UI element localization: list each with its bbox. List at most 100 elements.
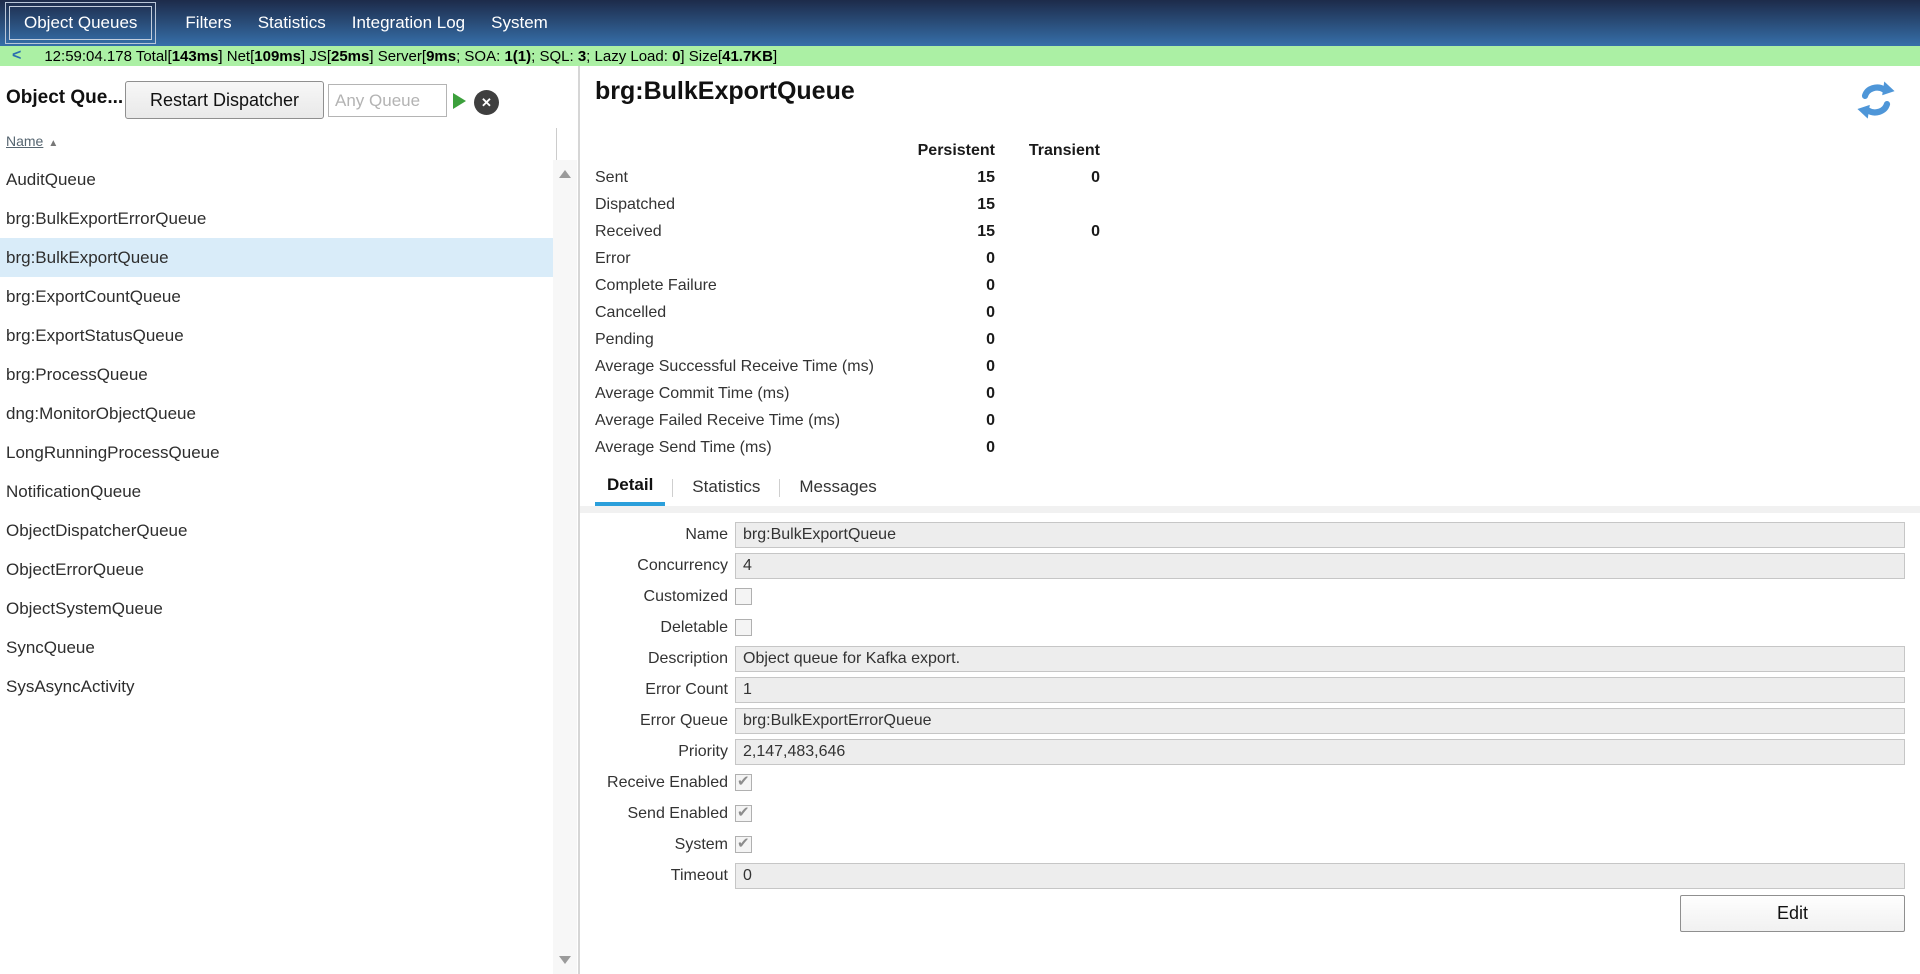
input-priority[interactable] (735, 739, 1905, 765)
stats-row-sent: Sent150 (595, 164, 1100, 191)
stats-header-row: PersistentTransient (595, 137, 1100, 164)
field-label-error-queue: Error Queue (580, 708, 728, 734)
refresh-icon[interactable] (1854, 78, 1898, 122)
status-segment: 3 (578, 48, 586, 65)
queue-row-brg-exportcountqueue[interactable]: brg:ExportCountQueue (0, 277, 553, 316)
form-row-name: Name (580, 522, 1905, 548)
stats-persistent-value: 0 (905, 358, 995, 376)
queue-detail-panel: brg:BulkExportQueue PersistentTransientS… (580, 66, 1920, 974)
scroll-up-icon[interactable] (559, 170, 571, 178)
form-row-system: System ✔ (580, 832, 1905, 858)
detail-tabbar: Detail Statistics Messages (580, 470, 1920, 506)
queue-row-brg-processqueue[interactable]: brg:ProcessQueue (0, 355, 553, 394)
checkbox-deletable[interactable] (735, 619, 752, 636)
field-label-concurrency: Concurrency (580, 553, 728, 579)
restart-dispatcher-button[interactable]: Restart Dispatcher (125, 81, 324, 119)
input-concurrency[interactable] (735, 553, 1905, 579)
run-search-play-icon[interactable] (453, 93, 466, 109)
status-segment: 9ms (426, 48, 456, 65)
queue-list-scrollbar[interactable] (553, 160, 577, 974)
queue-row-brg-exportstatusqueue[interactable]: brg:ExportStatusQueue (0, 316, 553, 355)
name-sort-link[interactable]: Name (6, 133, 43, 149)
tab-statistics[interactable]: Statistics (680, 470, 772, 506)
status-segment: 143ms (172, 48, 219, 65)
header-column-divider (556, 128, 557, 160)
queue-row-brg-bulkexporterrorqueue[interactable]: brg:BulkExportErrorQueue (0, 199, 553, 238)
status-segment: 12:59:04.178 Total[ (44, 48, 171, 65)
stats-label: Error (595, 250, 905, 268)
tab-messages[interactable]: Messages (787, 470, 888, 506)
status-segment: ; SOA: (456, 48, 504, 65)
field-label-deletable: Deletable (580, 615, 728, 641)
queue-list: AuditQueuebrg:BulkExportErrorQueuebrg:Bu… (0, 160, 553, 706)
stats-row-average-commit-time-ms: Average Commit Time (ms)0 (595, 380, 1100, 407)
detail-form: Name Concurrency Customized Deletable Descri… (580, 522, 1905, 894)
stats-row-dispatched: Dispatched15 (595, 191, 1100, 218)
queue-row-syncqueue[interactable]: SyncQueue (0, 628, 553, 667)
form-row-customized: Customized (580, 584, 1905, 610)
form-row-timeout: Timeout (580, 863, 1905, 889)
stats-persistent-value: 0 (905, 331, 995, 349)
input-name[interactable] (735, 522, 1905, 548)
field-label-customized: Customized (580, 584, 728, 610)
queue-search-input[interactable] (328, 84, 447, 117)
form-row-priority: Priority (580, 739, 1905, 765)
nav-item-statistics[interactable]: Statistics (245, 13, 339, 33)
panel-title: Object Que... (6, 87, 123, 109)
scroll-down-icon[interactable] (559, 956, 571, 964)
stats-persistent-value: 0 (905, 250, 995, 268)
input-error-queue[interactable] (735, 708, 1905, 734)
input-description[interactable] (735, 646, 1905, 672)
form-row-receive-enabled: Receive Enabled✔ (580, 770, 1905, 796)
input-error-count[interactable] (735, 677, 1905, 703)
back-chevron-icon[interactable]: < (12, 47, 21, 65)
status-text: 12:59:04.178 Total[143ms] Net[109ms] JS[… (44, 48, 777, 65)
stats-row-average-send-time-ms: Average Send Time (ms)0 (595, 434, 1100, 461)
input-timeout[interactable] (735, 863, 1905, 889)
queue-row-objecterrorqueue[interactable]: ObjectErrorQueue (0, 550, 553, 589)
status-segment: 1(1) (504, 48, 531, 65)
queue-row-objectdispatcherqueue[interactable]: ObjectDispatcherQueue (0, 511, 553, 550)
queue-row-sysasyncactivity[interactable]: SysAsyncActivity (0, 667, 553, 706)
queue-row-objectsystemqueue[interactable]: ObjectSystemQueue (0, 589, 553, 628)
clear-search-icon[interactable]: ✕ (474, 90, 499, 115)
tab-detail[interactable]: Detail (595, 470, 665, 506)
status-segment: ] JS[ (301, 48, 331, 65)
checkbox-system[interactable]: ✔ (735, 836, 752, 853)
field-label-send-enabled: Send Enabled (580, 801, 728, 827)
nav-item-object-queues[interactable]: Object Queues (9, 6, 152, 40)
stats-row-received: Received150 (595, 218, 1100, 245)
check-icon: ✔ (737, 803, 750, 821)
stats-transient-value: 0 (995, 223, 1100, 241)
nav-item-integration-log[interactable]: Integration Log (339, 13, 478, 33)
queue-row-notificationqueue[interactable]: NotificationQueue (0, 472, 553, 511)
queue-row-dng-monitorobjectqueue[interactable]: dng:MonitorObjectQueue (0, 394, 553, 433)
check-icon: ✔ (737, 772, 750, 790)
field-label-system: System (580, 832, 728, 858)
tab-separator (779, 479, 780, 497)
status-segment: ] Size[ (680, 48, 722, 65)
checkbox-receive-enabled[interactable]: ✔ (735, 774, 752, 791)
stats-label: Average Failed Receive Time (ms) (595, 412, 905, 430)
queue-row-brg-bulkexportqueue[interactable]: brg:BulkExportQueue (0, 238, 553, 277)
stats-label: Sent (595, 169, 905, 187)
checkbox-customized[interactable] (735, 588, 752, 605)
edit-button[interactable]: Edit (1680, 895, 1905, 932)
status-segment: ] Server[ (369, 48, 426, 65)
stats-row-error: Error0 (595, 245, 1100, 272)
queue-row-auditqueue[interactable]: AuditQueue (0, 160, 553, 199)
form-row-description: Description (580, 646, 1905, 672)
status-segment: 109ms (254, 48, 301, 65)
field-label-priority: Priority (580, 739, 728, 765)
queue-title: brg:BulkExportQueue (595, 77, 855, 106)
nav-item-filters[interactable]: Filters (172, 13, 244, 33)
checkbox-send-enabled[interactable]: ✔ (735, 805, 752, 822)
tabbar-bottom-band (580, 506, 1920, 513)
nav-item-system[interactable]: System (478, 13, 561, 33)
sort-asc-icon: ▲ (48, 138, 58, 149)
stats-row-average-failed-receive-time-ms: Average Failed Receive Time (ms)0 (595, 407, 1100, 434)
check-icon: ✔ (737, 834, 750, 852)
queue-row-longrunningprocessqueue[interactable]: LongRunningProcessQueue (0, 433, 553, 472)
form-row-error-queue: Error Queue (580, 708, 1905, 734)
status-segment: 25ms (331, 48, 369, 65)
